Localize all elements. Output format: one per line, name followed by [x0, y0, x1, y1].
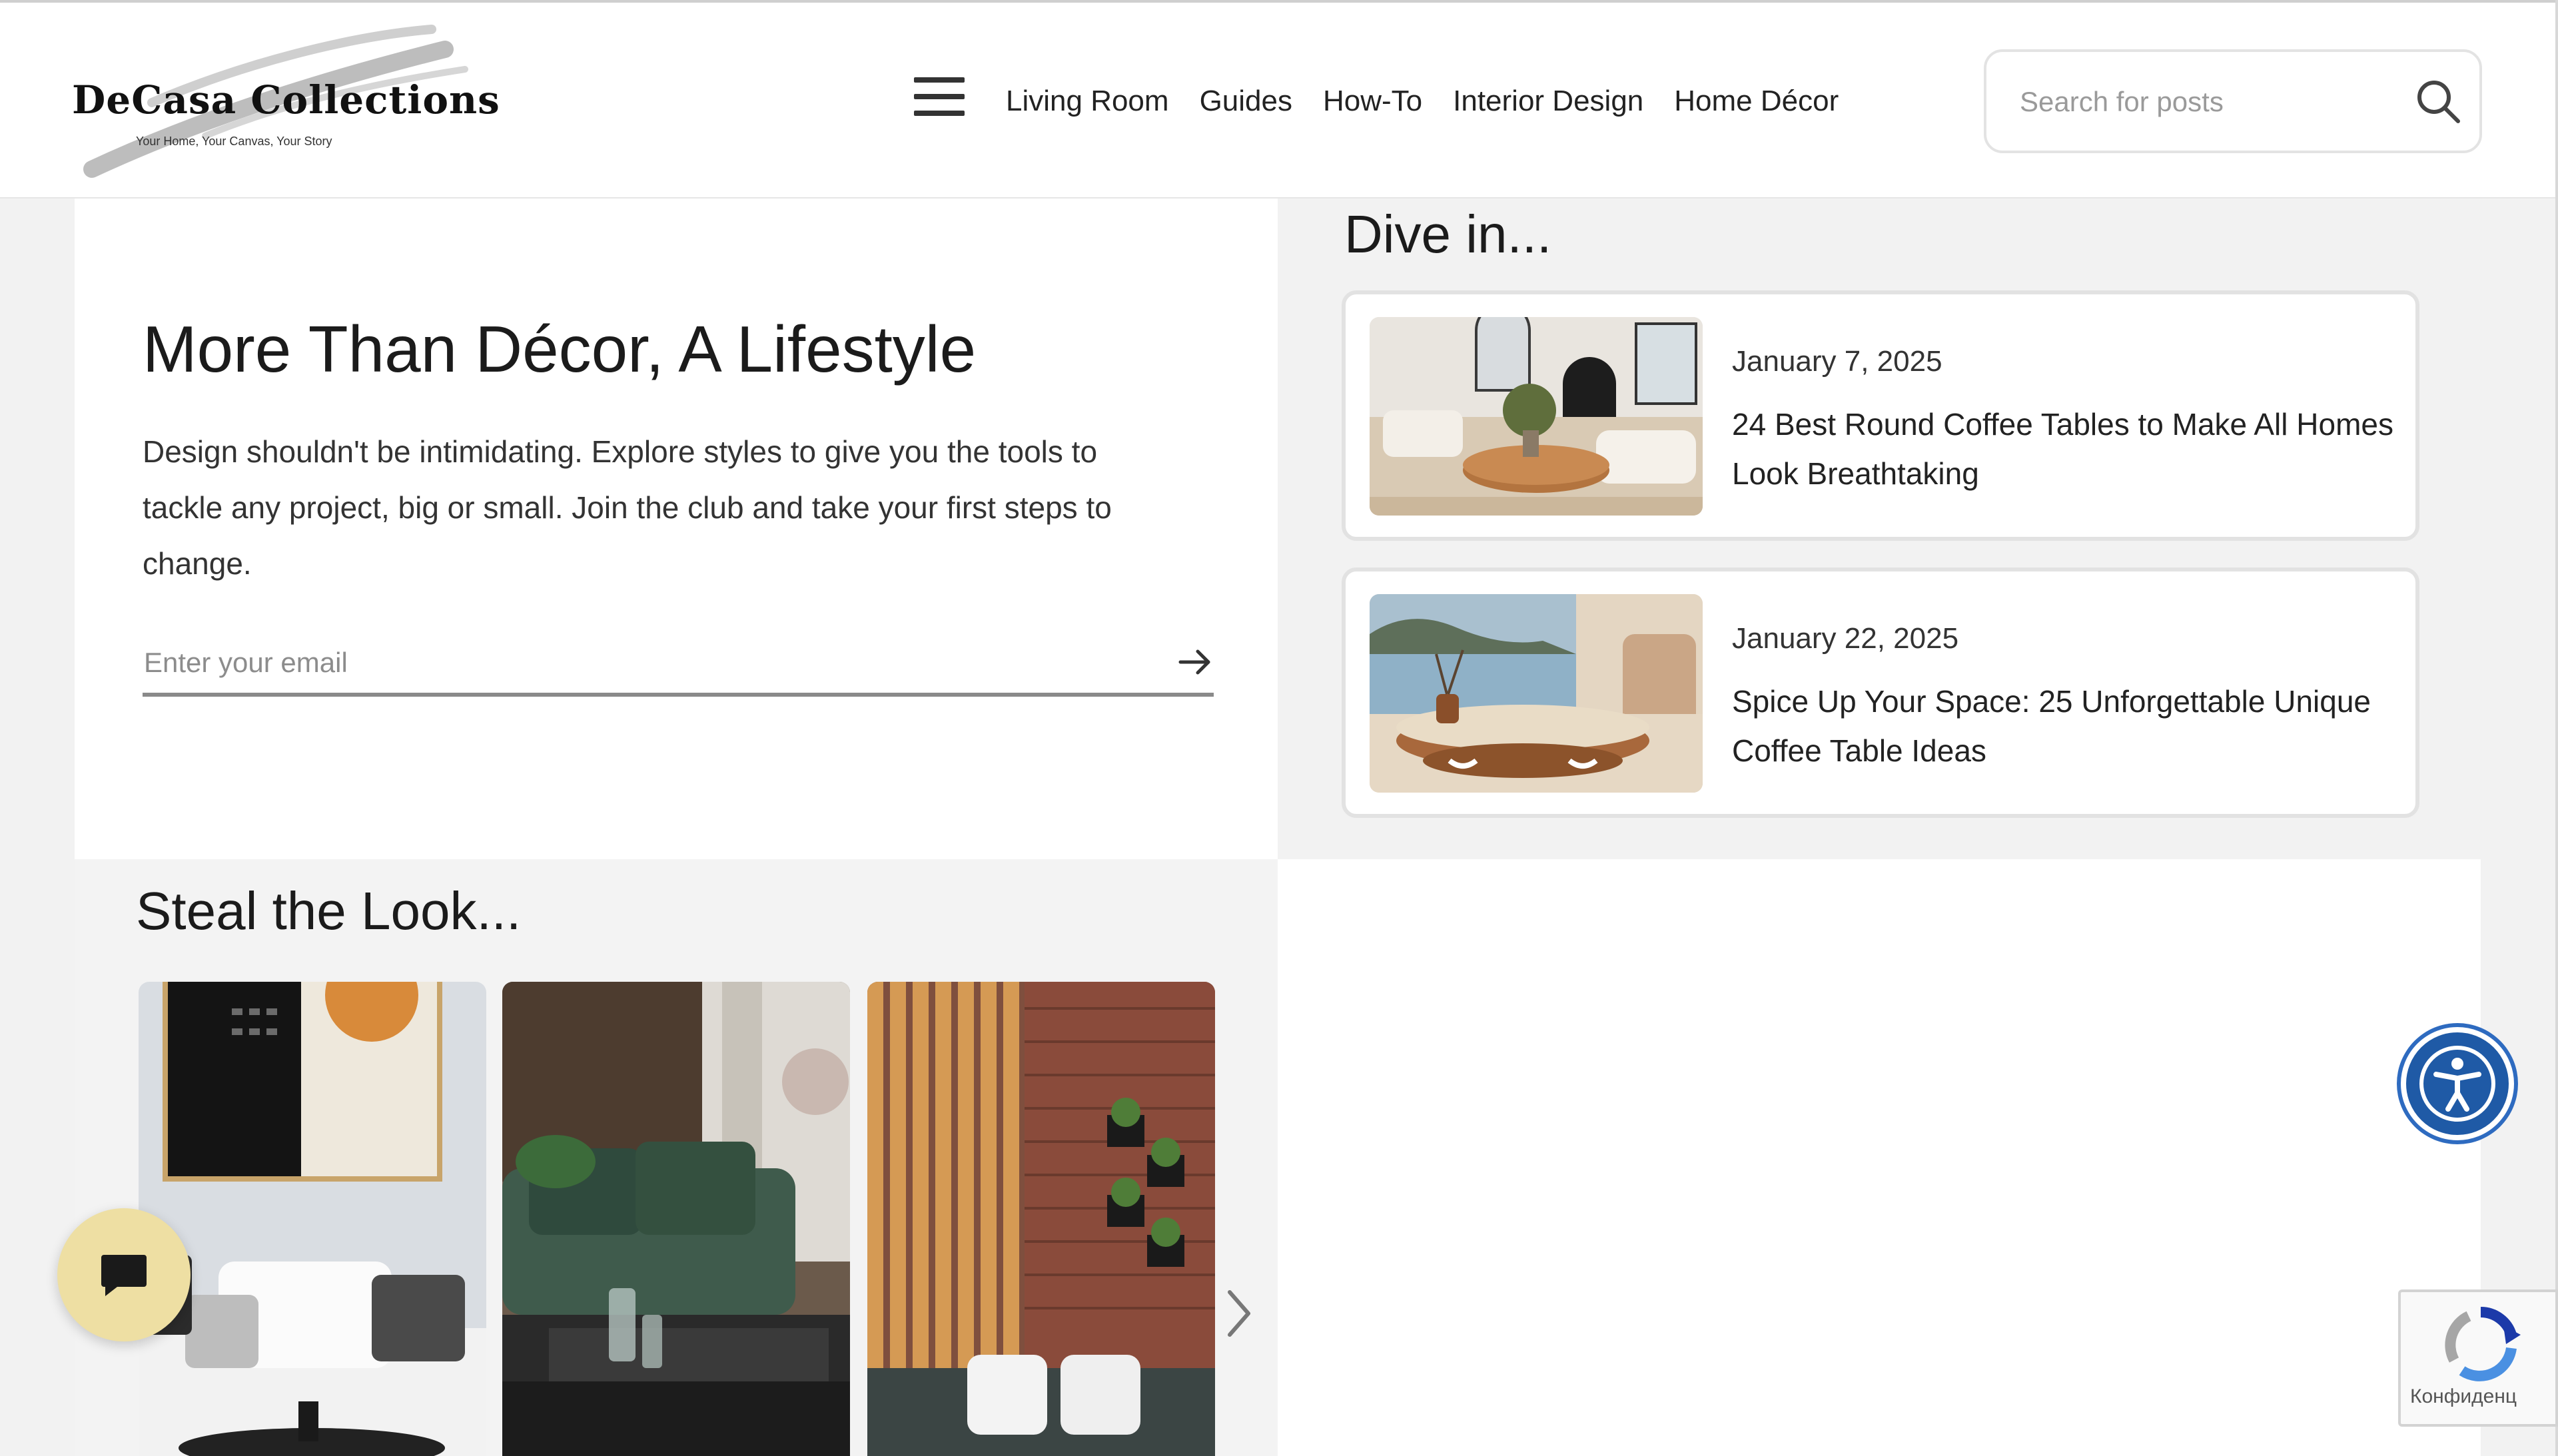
nav-home-decor[interactable]: Home Décor: [1674, 85, 1839, 118]
search-icon[interactable]: [2413, 76, 2463, 127]
accessibility-button[interactable]: [2401, 1027, 2514, 1140]
chat-bubble-icon: [101, 1255, 147, 1296]
right-blank-panel: [1278, 859, 2481, 1456]
hero-section: More Than Décor, A Lifestyle Design shou…: [75, 198, 1278, 859]
hero-description: Design shouldn't be intimidating. Explor…: [143, 434, 1112, 581]
nav-how-to[interactable]: How-To: [1323, 85, 1422, 118]
nav-guides[interactable]: Guides: [1200, 85, 1292, 118]
look-image-tile[interactable]: [139, 982, 486, 1456]
recaptcha-icon: [2445, 1306, 2521, 1381]
post-card[interactable]: January 7, 2025 24 Best Round Coffee Tab…: [1342, 290, 2419, 541]
dive-in-heading: Dive in...: [1344, 204, 1552, 264]
newsletter-form: [143, 629, 1214, 697]
site-header: DeCasa Collections Your Home, Your Canva…: [0, 3, 2555, 198]
post-title[interactable]: 24 Best Round Coffee Tables to Make All …: [1732, 400, 2398, 498]
hamburger-menu-icon[interactable]: [914, 77, 966, 121]
search-input[interactable]: [2018, 77, 2381, 127]
post-card[interactable]: January 22, 2025 Spice Up Your Space: 25…: [1342, 567, 2419, 818]
logo-title: DeCasa Collections: [72, 77, 500, 123]
logo-tagline: Your Home, Your Canvas, Your Story: [136, 135, 332, 148]
recaptcha-badge[interactable]: Конфиденц: [2398, 1289, 2558, 1427]
look-image-tile[interactable]: [502, 982, 850, 1456]
post-thumbnail: [1370, 594, 1703, 793]
chevron-right-icon[interactable]: [1223, 1287, 1255, 1340]
nav-living-room[interactable]: Living Room: [1006, 85, 1169, 118]
post-title[interactable]: Spice Up Your Space: 25 Unforgettable Un…: [1732, 677, 2398, 775]
post-date: January 7, 2025: [1732, 345, 1942, 378]
chat-button[interactable]: [57, 1208, 191, 1341]
search-box: [1984, 49, 2482, 153]
email-field[interactable]: [143, 635, 1078, 690]
main-nav: Living Room Guides How-To Interior Desig…: [1006, 81, 1869, 121]
post-date: January 22, 2025: [1732, 622, 1959, 655]
nav-interior-design[interactable]: Interior Design: [1453, 85, 1643, 118]
arrow-right-icon[interactable]: [1176, 643, 1214, 681]
post-thumbnail: [1370, 317, 1703, 516]
steal-the-look-heading: Steal the Look...: [136, 881, 522, 940]
look-image-tile[interactable]: [867, 982, 1215, 1456]
window-right-border: [2555, 0, 2558, 1456]
hero-title: More Than Décor, A Lifestyle: [143, 312, 977, 386]
recaptcha-label[interactable]: Конфиденц: [2410, 1385, 2517, 1408]
accessibility-icon: [2419, 1046, 2495, 1122]
site-logo[interactable]: DeCasa Collections Your Home, Your Canva…: [72, 23, 500, 182]
